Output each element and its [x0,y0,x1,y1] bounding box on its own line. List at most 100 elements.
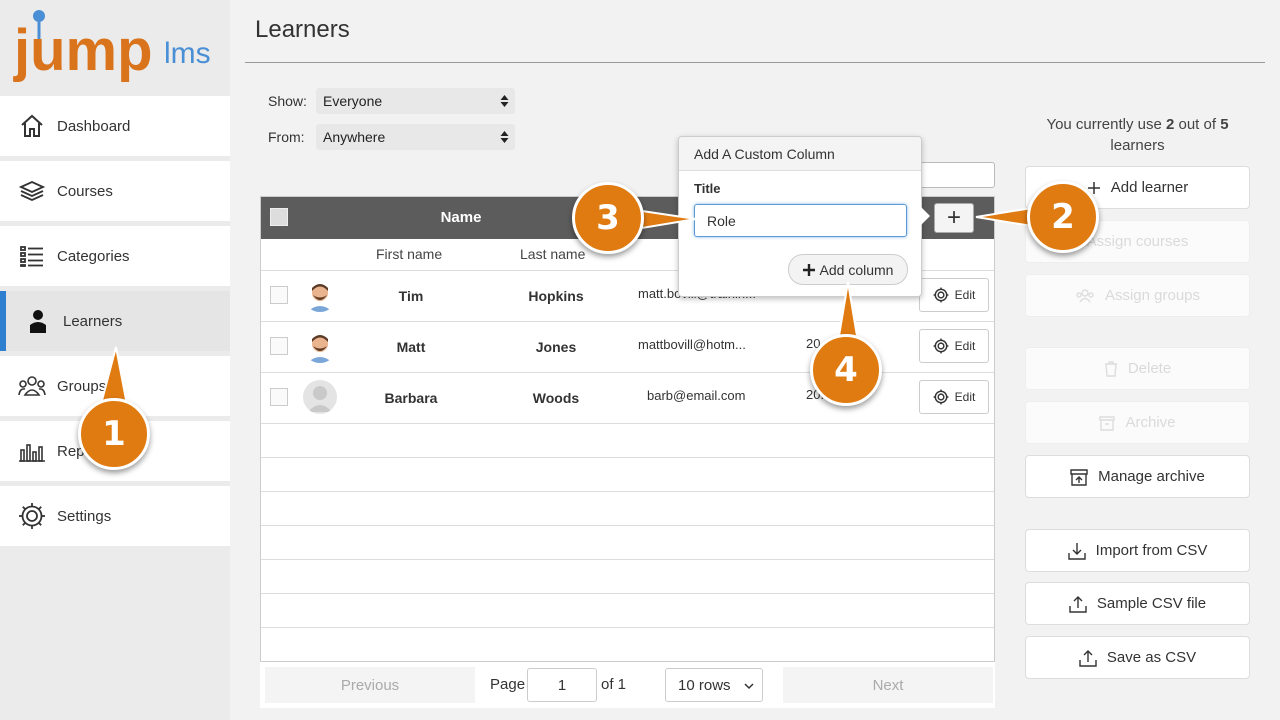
from-filter-value: Anywhere [323,129,386,145]
usage-suffix: learners [1110,137,1165,154]
sidebar-item-settings[interactable]: Settings [0,486,230,546]
popover-title: Add A Custom Column [679,137,921,171]
select-arrows-icon [500,95,509,107]
trash-icon [1104,360,1118,377]
sidebar: jump lms Dashboard Courses Categories Le… [0,0,230,720]
subheader-last-name[interactable]: Last name [520,246,585,262]
add-column-submit-button[interactable]: Add column [788,254,908,285]
assign-groups-label: Assign groups [1104,287,1201,304]
import-csv-button[interactable]: Import from CSV [1025,529,1250,572]
select-all-checkbox[interactable] [270,208,288,226]
sample-csv-label: Sample CSV file [1096,595,1207,612]
row-divider [261,627,994,628]
select-arrows-icon [500,131,509,143]
usage-total: 5 [1220,116,1229,133]
bar-chart-icon [18,437,46,465]
show-filter-value: Everyone [323,93,383,109]
add-column-label: Add column [819,261,894,278]
sidebar-item-label: Dashboard [57,117,131,135]
edit-button[interactable]: Edit [919,380,989,414]
rows-per-page-value: 10 rows [678,677,731,694]
sample-csv-button[interactable]: Sample CSV file [1025,582,1250,625]
add-column-button[interactable]: + [934,203,974,233]
person-icon [24,307,52,335]
download-icon [1067,542,1086,560]
upload-icon [1079,649,1097,667]
from-filter-label: From: [268,129,305,145]
cell-first-name: Barbara [384,390,438,406]
usage-text: You currently use 2 out of 5 learners [1030,114,1245,156]
show-filter-label: Show: [268,93,307,109]
cell-first-name: Tim [398,288,424,304]
from-filter-select[interactable]: Anywhere [316,124,515,150]
sidebar-item-label: Courses [57,182,113,200]
row-divider [261,372,994,373]
edit-label: Edit [954,339,976,353]
sidebar-item-learners[interactable]: Learners [0,291,230,351]
page-total: of 1 [601,676,627,693]
list-icon [18,242,46,270]
title-divider [245,62,1265,63]
callout-badge-1: 1 [78,398,150,470]
page-label: Page [490,676,526,693]
row-divider [261,423,994,424]
delete-label: Delete [1127,360,1172,377]
group-icon [1075,288,1095,303]
pagination: Previous Page 1 of 1 10 rows Next [260,662,995,708]
book-stack-icon [18,177,46,205]
gear-icon [933,338,949,354]
row-checkbox[interactable] [270,337,288,355]
sidebar-item-label: Learners [63,312,123,330]
gear-icon [18,502,46,530]
logo-text-sub: lms [164,37,211,70]
row-checkbox[interactable] [270,286,288,304]
avatar [303,329,337,363]
column-title-input[interactable]: Role [694,204,907,237]
previous-button[interactable]: Previous [265,667,475,703]
edit-button[interactable]: Edit [919,278,989,312]
sidebar-item-courses[interactable]: Courses [0,161,230,221]
avatar [303,278,337,312]
assign-courses-label: Assign courses [1086,233,1189,250]
save-csv-button[interactable]: Save as CSV [1025,636,1250,679]
logo-text-main: jump [13,18,153,83]
jumplms-logo[interactable]: jump lms [12,8,222,90]
callout-badge-2: 2 [1027,181,1099,253]
edit-label: Edit [954,288,976,302]
row-divider [261,321,994,322]
row-divider [261,593,994,594]
sidebar-item-dashboard[interactable]: Dashboard [0,96,230,156]
page-title: Learners [255,16,350,43]
row-divider [261,457,994,458]
avatar [303,380,337,414]
cell-email: barb@email.com [647,388,746,403]
row-checkbox[interactable] [270,388,288,406]
search-input[interactable] [915,162,995,188]
sidebar-item-label: Categories [57,247,130,265]
row-divider [261,559,994,560]
sidebar-item-categories[interactable]: Categories [0,226,230,286]
gear-icon [933,287,949,303]
callout-badge-3: 3 [572,182,644,254]
next-button[interactable]: Next [783,667,993,703]
show-filter-select[interactable]: Everyone [316,88,515,114]
page-number-value: 1 [557,676,567,694]
row-divider [261,525,994,526]
upload-icon [1069,595,1087,613]
page-number-input[interactable]: 1 [527,668,597,702]
subheader-first-name[interactable]: First name [376,246,442,262]
popover-caret [921,207,930,225]
manage-archive-button[interactable]: Manage archive [1025,455,1250,498]
archive-icon [1099,415,1116,431]
gear-icon [933,389,949,405]
header-name: Name [440,209,482,226]
sidebar-item-label: Groups [57,377,107,395]
edit-button[interactable]: Edit [919,329,989,363]
sidebar-item-label: Settings [57,507,112,525]
edit-label: Edit [954,390,976,404]
delete-button[interactable]: Delete [1025,347,1250,390]
archive-button[interactable]: Archive [1025,401,1250,444]
rows-per-page-select[interactable]: 10 rows [665,668,763,702]
usage-mid: out of [1174,116,1221,133]
assign-groups-button[interactable]: Assign groups [1025,274,1250,317]
